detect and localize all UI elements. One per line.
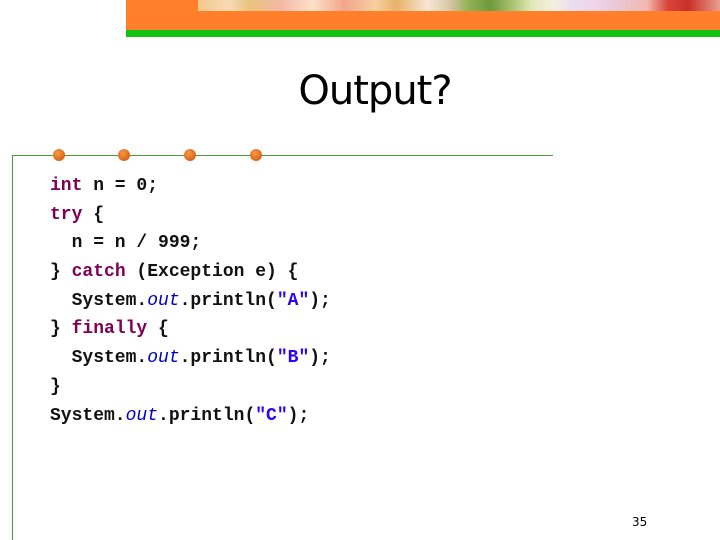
vertical-rule (12, 155, 13, 540)
page-number: 35 (632, 515, 648, 529)
header-green-stripe (126, 30, 720, 37)
code-text: .println( (158, 405, 256, 426)
code-block: int n = 0; try { n = n / 999;} catch (Exc… (50, 172, 331, 430)
code-text: (Exception e) { (125, 262, 299, 283)
bullet-dot-icon (118, 149, 130, 161)
slide-title: Output? (298, 68, 452, 114)
code-line: } finally { (50, 315, 331, 344)
code-line: n = n / 999; (50, 229, 331, 258)
code-keyword: finally (71, 319, 148, 340)
code-field: out (147, 290, 180, 311)
code-text: .println( (179, 290, 277, 311)
code-text: ); (309, 290, 331, 311)
code-text: System. (50, 348, 148, 369)
code-text: { (82, 204, 105, 225)
code-text: n = 0; (82, 176, 159, 196)
code-line: System.out.println("B"); (50, 344, 331, 373)
bullet-dot-icon (184, 149, 196, 161)
code-line: } catch (Exception e) { (50, 258, 331, 287)
code-text: n = n / 999; (50, 233, 202, 254)
code-keyword: catch (71, 262, 126, 283)
code-text: } (50, 262, 72, 283)
code-text: ); (287, 405, 310, 426)
code-string: "C" (255, 405, 288, 426)
flower-decoration-image (198, 0, 720, 11)
code-text: ); (309, 348, 331, 369)
code-string: "B" (276, 348, 310, 369)
code-text: } (50, 376, 61, 397)
code-string: "A" (276, 290, 310, 311)
code-line: System.out.println("A"); (50, 287, 331, 316)
code-text: { (147, 319, 169, 340)
code-line: int n = 0; (50, 172, 331, 201)
code-text: System. (50, 405, 126, 426)
code-keyword: try (50, 204, 83, 225)
bullet-dot-icon (250, 149, 262, 161)
code-text: } (50, 319, 72, 340)
code-line: try { (50, 201, 331, 230)
code-line: } (50, 373, 331, 402)
code-line: System.out.println("C"); (50, 402, 331, 431)
code-text: System. (50, 290, 148, 311)
code-field: out (125, 405, 159, 426)
code-field: out (147, 348, 180, 369)
bullet-dot-icon (53, 149, 65, 161)
code-text: .println( (179, 348, 277, 369)
code-keyword: int (50, 176, 83, 196)
horizontal-rule (12, 155, 553, 156)
